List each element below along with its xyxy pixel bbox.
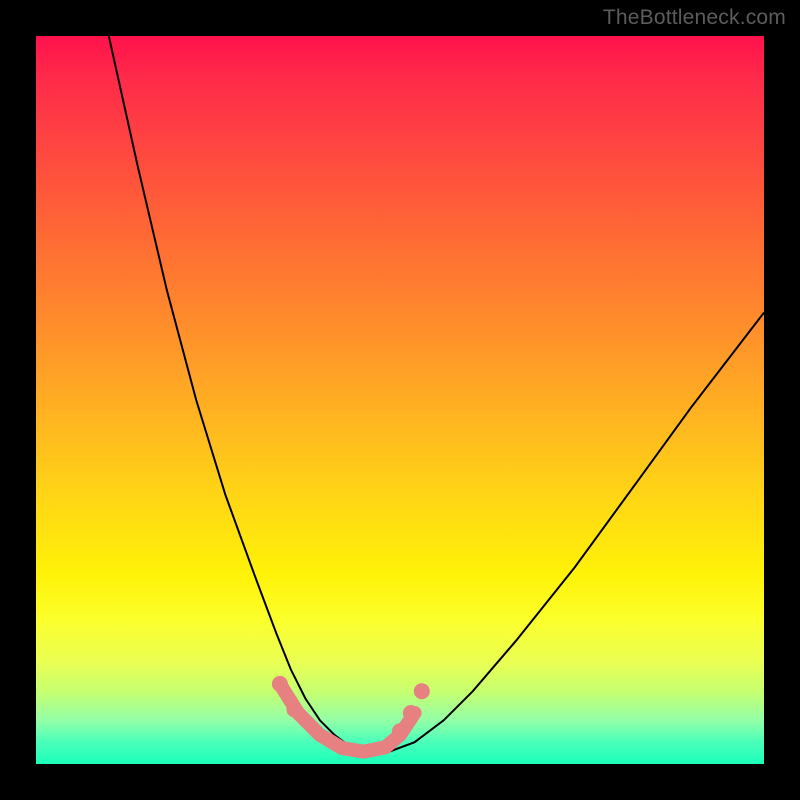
highlight-point-0 [272,676,288,692]
highlight-segment [280,684,415,752]
plot-area [36,36,764,764]
highlight-point-3 [403,705,419,721]
watermark-text: TheBottleneck.com [603,6,786,30]
highlight-point-1 [286,701,302,717]
chart-stage: TheBottleneck.com [0,0,800,800]
highlight-point-2 [392,723,408,739]
highlight-points [272,676,430,739]
curve-bottleneck-curve [109,36,764,753]
highlight-segment-path [280,684,415,752]
series-group [109,36,764,753]
highlight-point-4 [414,683,430,699]
curve-svg [36,36,764,764]
